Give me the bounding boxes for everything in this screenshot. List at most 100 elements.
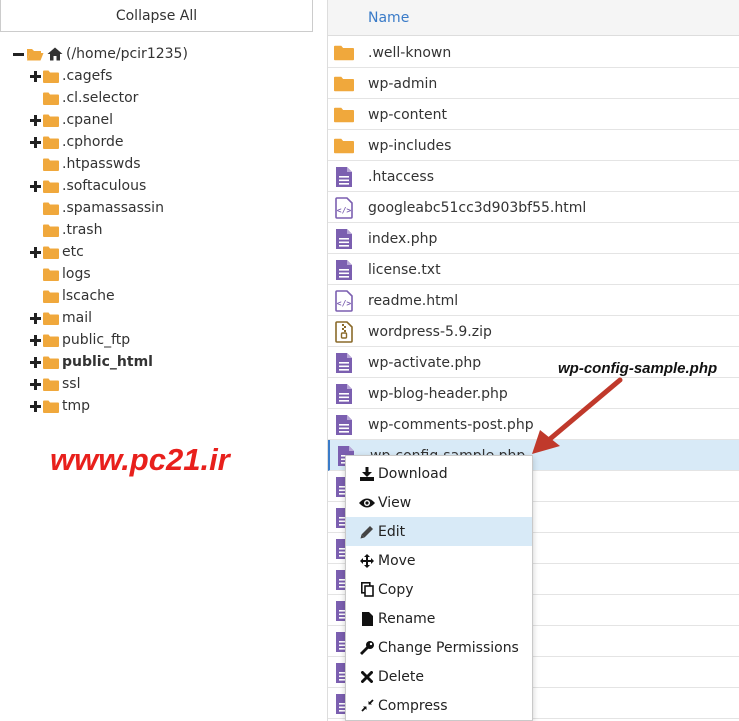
file-name[interactable]: wp-comments-post.php <box>368 409 534 440</box>
tree-item[interactable]: public_ftp <box>29 329 130 351</box>
collapse-all-button[interactable]: Collapse All <box>0 0 313 32</box>
folder-icon <box>43 114 59 127</box>
file-list-header: Name <box>328 0 739 36</box>
tree-item-label: etc <box>62 244 84 260</box>
tree-item[interactable]: .softaculous <box>29 175 146 197</box>
file-row[interactable]: wordpress-5.9.zip <box>328 316 739 347</box>
file-name[interactable]: wordpress-5.9.zip <box>368 316 492 347</box>
expand-plus-icon[interactable] <box>29 378 41 390</box>
tree-item[interactable]: public_html <box>29 351 153 373</box>
file-name[interactable]: .htaccess <box>368 161 434 192</box>
name-column-header[interactable]: Name <box>368 0 409 36</box>
tree-item[interactable]: .trash <box>29 219 102 241</box>
tree-item-label: .cphorde <box>62 134 124 150</box>
file-row[interactable]: .htaccess <box>328 161 739 192</box>
collapse-minus-icon[interactable] <box>12 49 24 60</box>
tree-item[interactable]: tmp <box>29 395 90 417</box>
file-name[interactable]: wp-content <box>368 99 447 130</box>
menu-item-change-permissions[interactable]: Change Permissions <box>346 633 532 662</box>
menu-item-delete[interactable]: Delete <box>346 662 532 691</box>
tree-item-label: .cpanel <box>62 112 113 128</box>
tree-item-label: .cl.selector <box>62 90 139 106</box>
menu-item-rename[interactable]: Rename <box>346 604 532 633</box>
tree-item[interactable]: logs <box>29 263 91 285</box>
folder-icon <box>43 224 59 237</box>
file-name[interactable]: wp-admin <box>368 68 437 99</box>
menu-item-label: Edit <box>378 523 406 540</box>
tree-item[interactable]: .htpasswds <box>29 153 141 175</box>
tree-root-label: (/home/pcir1235) <box>66 46 188 62</box>
tree-item[interactable]: .cpanel <box>29 109 113 131</box>
expand-plus-icon[interactable] <box>29 400 41 412</box>
folder-icon <box>334 136 354 156</box>
folder-icon <box>43 70 59 83</box>
expand-plus-icon[interactable] <box>29 136 41 148</box>
menu-item-label: Delete <box>378 668 424 685</box>
file-name[interactable]: wp-activate.php <box>368 347 481 378</box>
tree-item[interactable]: mail <box>29 307 92 329</box>
expand-plus-icon[interactable] <box>29 312 41 324</box>
folder-icon <box>43 268 59 281</box>
file-row[interactable]: wp-admin <box>328 68 739 99</box>
menu-item-copy[interactable]: Copy <box>346 575 532 604</box>
expand-plus-icon[interactable] <box>29 334 41 346</box>
file-name[interactable]: wp-includes <box>368 130 451 161</box>
tree-item[interactable]: .cl.selector <box>29 87 138 109</box>
file-name[interactable]: index.php <box>368 223 437 254</box>
file-row[interactable]: license.txt <box>328 254 739 285</box>
tree-item[interactable]: .cphorde <box>29 131 123 153</box>
zip-file-icon <box>334 321 354 343</box>
expand-plus-icon[interactable] <box>29 246 41 258</box>
folder-icon <box>43 356 59 369</box>
svg-text:</>: </> <box>337 299 352 308</box>
expand-plus-icon[interactable] <box>29 70 41 82</box>
folder-icon <box>334 43 354 63</box>
tree-item-label: public_html <box>62 354 153 370</box>
code-file-icon: </> <box>334 197 354 219</box>
tree-item[interactable]: .cagefs <box>29 65 112 87</box>
menu-item-label: Download <box>378 465 448 482</box>
expand-plus-icon[interactable] <box>29 180 41 192</box>
menu-item-label: Copy <box>378 581 414 598</box>
file-row[interactable]: wp-content <box>328 99 739 130</box>
menu-item-download[interactable]: Download <box>346 459 532 488</box>
expand-plus-icon[interactable] <box>29 356 41 368</box>
close-icon <box>358 670 376 683</box>
file-name[interactable]: license.txt <box>368 254 441 285</box>
copy-icon <box>358 582 376 597</box>
file-row[interactable]: </> readme.html <box>328 285 739 316</box>
tree-item-label: public_ftp <box>62 332 131 348</box>
text-file-icon <box>334 384 354 404</box>
tree-item-label: .spamassassin <box>62 200 164 216</box>
text-file-icon <box>334 415 354 435</box>
file-name[interactable]: .well-known <box>368 37 451 68</box>
menu-item-view[interactable]: View <box>346 488 532 517</box>
menu-item-label: Change Permissions <box>378 639 519 656</box>
folder-icon <box>43 312 59 325</box>
text-file-icon <box>334 260 354 280</box>
tree-item[interactable]: etc <box>29 241 84 263</box>
file-row[interactable]: </> googleabc51cc3d903bf55.html <box>328 192 739 223</box>
file-name[interactable]: wp-blog-header.php <box>368 378 508 409</box>
tree-item-label: tmp <box>62 398 91 414</box>
file-row[interactable]: wp-includes <box>328 130 739 161</box>
file-row[interactable]: index.php <box>328 223 739 254</box>
menu-item-compress[interactable]: Compress <box>346 691 532 720</box>
file-row[interactable]: .well-known <box>328 37 739 68</box>
tree-item[interactable]: ssl <box>29 373 80 395</box>
file-name[interactable]: googleabc51cc3d903bf55.html <box>368 192 586 223</box>
tree-item-label: logs <box>62 266 91 282</box>
text-file-icon <box>334 353 354 373</box>
menu-item-edit[interactable]: Edit <box>346 517 532 546</box>
tree-item[interactable]: .spamassassin <box>29 197 164 219</box>
tree-root[interactable]: (/home/pcir1235) <box>12 43 188 65</box>
download-icon <box>358 466 376 481</box>
menu-item-move[interactable]: Move <box>346 546 532 575</box>
watermark: www.pc21.ir <box>50 442 230 477</box>
expand-plus-icon[interactable] <box>29 114 41 126</box>
tree-item[interactable]: lscache <box>29 285 115 307</box>
file-name[interactable]: readme.html <box>368 285 458 316</box>
file-icon <box>358 611 376 626</box>
text-file-icon <box>334 229 354 249</box>
directory-tree-panel: Collapse All (/home/pcir1235) .cagefs .cl.… <box>0 0 313 721</box>
